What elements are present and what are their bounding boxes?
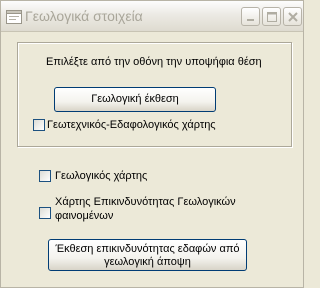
hazard-report-button-line1: Έκθεση επικινδυνότητας εδαφών από bbox=[55, 243, 240, 255]
hazard-map-label[interactable]: Χάρτης Επικινδυνότητας Γεωλογικών φαινομ… bbox=[55, 195, 236, 223]
hazard-map-checkbox[interactable] bbox=[39, 207, 51, 219]
hazard-report-button-line2: γεωλογική άποψη bbox=[104, 256, 191, 268]
geology-map-label[interactable]: Γεωλογικός χάρτης bbox=[55, 170, 147, 182]
minimize-button[interactable] bbox=[241, 7, 260, 26]
geotech-map-checkbox[interactable] bbox=[33, 119, 45, 131]
maximize-icon bbox=[267, 12, 277, 22]
hazard-report-button[interactable]: Έκθεση επικινδυνότητας εδαφών από γεωλογ… bbox=[48, 239, 247, 271]
form-icon bbox=[6, 9, 22, 24]
minimize-icon bbox=[247, 19, 254, 21]
geology-map-checkbox[interactable] bbox=[39, 170, 51, 182]
geology-dialog-window: Γεωλογικά στοιχεία Επιλέξτε από την οθόν… bbox=[0, 0, 304, 288]
hazard-map-label-line2: φαινομένων bbox=[55, 210, 114, 222]
close-icon bbox=[288, 12, 298, 22]
selection-prompt-label: Επιλέξτε από την οθόνη την υποψήφια θέση bbox=[46, 56, 262, 68]
title-bar[interactable]: Γεωλογικά στοιχεία bbox=[1, 1, 303, 32]
geotech-map-label[interactable]: Γεωτεχνικός-Εδαφολογικός χάρτης bbox=[47, 119, 216, 131]
geology-report-button[interactable]: Γεωλογική έκθεση bbox=[54, 87, 216, 112]
close-button[interactable] bbox=[283, 7, 302, 26]
window-title: Γεωλογικά στοιχεία bbox=[25, 8, 143, 24]
hazard-map-label-line1: Χάρτης Επικινδυνότητας Γεωλογικών bbox=[55, 196, 236, 208]
maximize-button[interactable] bbox=[262, 7, 281, 26]
